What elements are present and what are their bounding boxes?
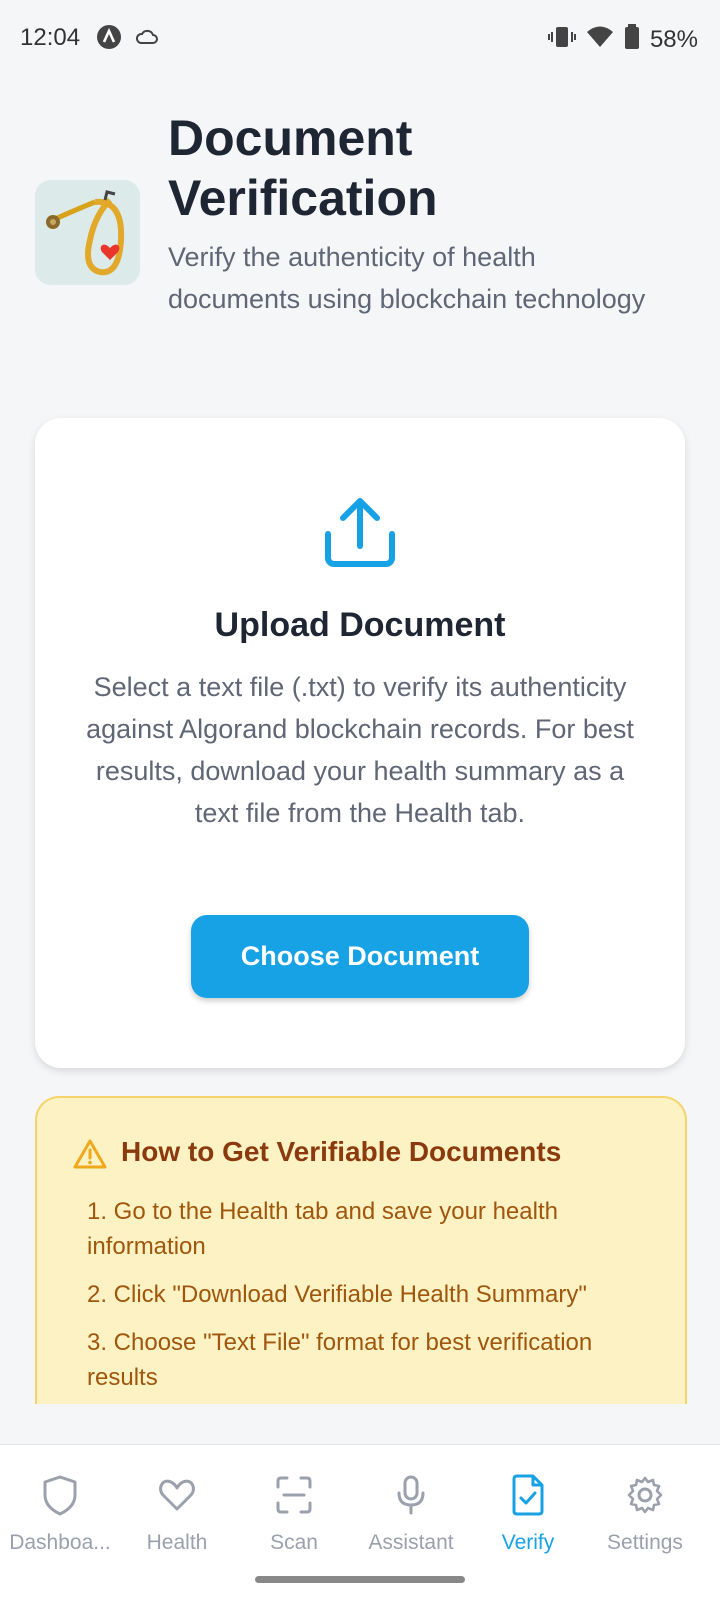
nav-label: Dashboa... (9, 1531, 111, 1554)
status-bar: 12:04 58% (0, 0, 720, 78)
vibrate-icon (547, 25, 576, 54)
nav-label: Scan (270, 1531, 318, 1554)
nav-item-scan[interactable]: Scan (234, 1445, 354, 1585)
page-subtitle: Verify the authenticity of health docume… (168, 242, 646, 314)
info-step: 1. Go to the Health tab and save your he… (87, 1198, 558, 1260)
upload-icon (323, 496, 397, 570)
wifi-icon (586, 25, 614, 54)
scan-icon (274, 1473, 314, 1517)
info-step: 3. Choose "Text File" format for best ve… (87, 1329, 593, 1391)
shield-icon (40, 1473, 80, 1517)
info-steps: 1. Go to the Health tab and save your he… (87, 1194, 647, 1408)
nav-label: Health (146, 1531, 208, 1554)
battery-icon (624, 24, 640, 55)
document-check-icon (508, 1473, 548, 1517)
upload-card: Upload Document Select a text file (.txt… (35, 418, 685, 1068)
nav-label: Settings (607, 1531, 683, 1554)
info-card: How to Get Verifiable Documents 1. Go to… (35, 1096, 687, 1408)
info-title: How to Get Verifiable Documents (121, 1136, 562, 1167)
cloud-icon (134, 26, 160, 53)
status-time: 12:04 (20, 24, 81, 51)
battery-percent: 58% (649, 25, 698, 53)
gear-icon (625, 1473, 665, 1517)
page-title: Document Verification (168, 110, 438, 226)
warning-icon (73, 1138, 107, 1170)
nav-item-assistant[interactable]: Assistant (351, 1445, 471, 1585)
nav-item-verify[interactable]: Verify (468, 1445, 588, 1585)
nav-item-dashboard[interactable]: Dashboa... (0, 1445, 120, 1585)
info-step: 2. Click "Download Verifiable Health Sum… (87, 1281, 587, 1308)
notification-a-icon (96, 24, 122, 55)
upload-description: Select a text file (.txt) to verify its … (86, 672, 634, 828)
heart-icon (157, 1473, 197, 1517)
stethoscope-heart-icon (35, 180, 140, 285)
nav-label: Verify (501, 1531, 555, 1554)
upload-title: Upload Document (214, 606, 506, 644)
home-indicator[interactable] (255, 1576, 465, 1583)
nav-item-settings[interactable]: Settings (585, 1445, 705, 1585)
nav-item-health[interactable]: Health (117, 1445, 237, 1585)
nav-label: Assistant (368, 1531, 454, 1554)
choose-document-button[interactable]: Choose Document (191, 915, 529, 998)
microphone-icon (391, 1473, 431, 1517)
